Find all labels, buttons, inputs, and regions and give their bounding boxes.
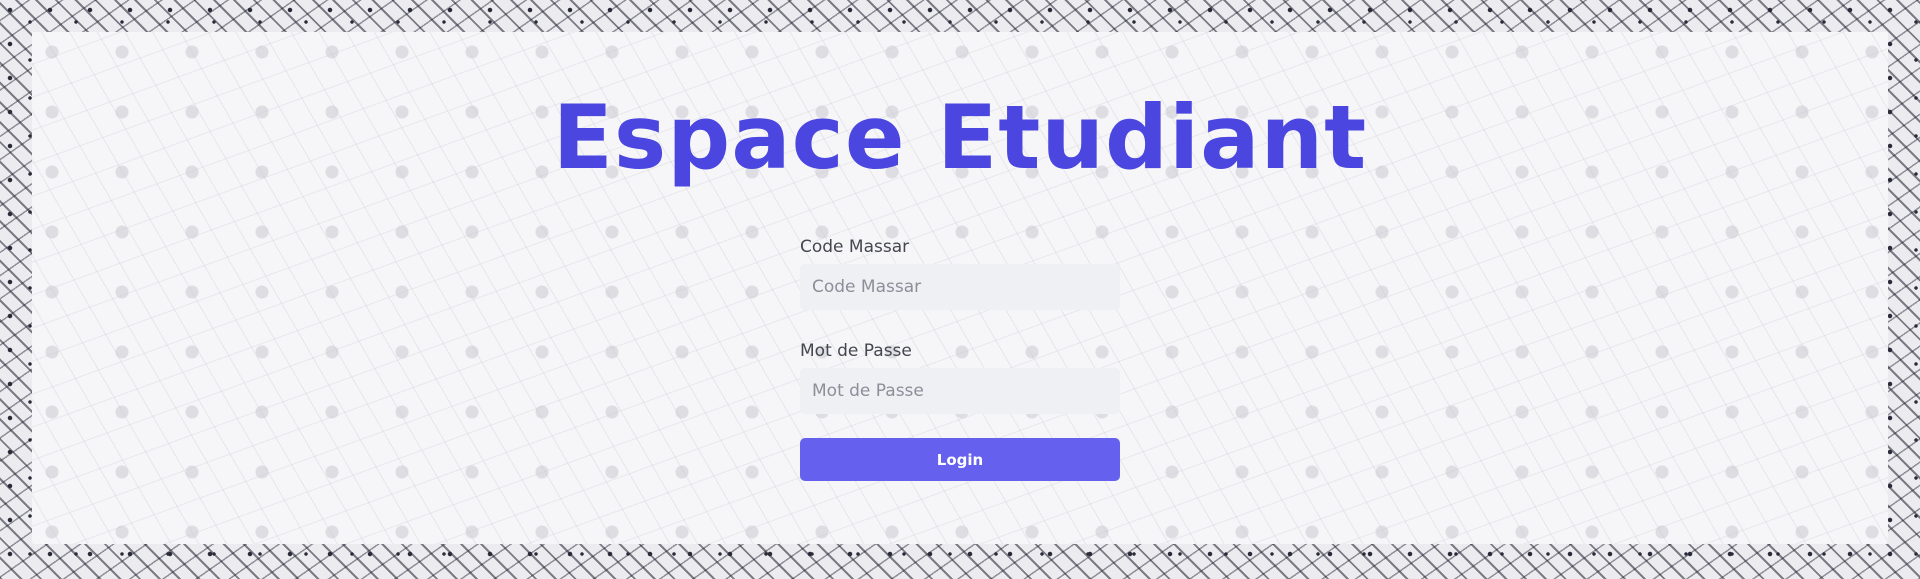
password-group: Mot de Passe (800, 340, 1120, 414)
password-label: Mot de Passe (800, 341, 912, 361)
code-massar-input[interactable] (800, 264, 1120, 310)
page-title: Espace Etudiant (552, 86, 1368, 189)
password-input[interactable] (800, 368, 1120, 414)
code-massar-group: Code Massar (800, 236, 1120, 310)
login-form: Code Massar Mot de Passe Login (800, 236, 1120, 481)
code-massar-label: Code Massar (800, 237, 910, 257)
login-button[interactable]: Login (800, 438, 1120, 481)
